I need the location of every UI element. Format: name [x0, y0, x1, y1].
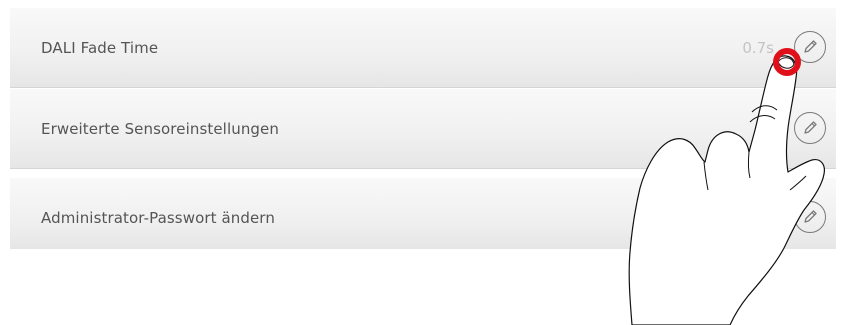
edit-button[interactable] [794, 201, 826, 233]
edit-button[interactable] [794, 112, 826, 144]
pencil-icon [804, 121, 817, 134]
settings-row-admin-password[interactable]: Administrator-Passwort ändern [10, 178, 836, 249]
row-label: Erweiterte Sensoreinstellungen [41, 120, 279, 138]
row-label: Administrator-Passwort ändern [41, 209, 275, 227]
settings-list: DALI Fade Time 0.7s Erweiterte Sensorein… [10, 8, 836, 249]
settings-row-sensor-settings[interactable]: Erweiterte Sensoreinstellungen [10, 89, 836, 169]
pencil-icon [804, 210, 817, 223]
pencil-icon [804, 40, 817, 53]
row-value: 0.7s [742, 39, 774, 57]
edit-button[interactable] [794, 31, 826, 63]
settings-row-dali-fade-time[interactable]: DALI Fade Time 0.7s [10, 8, 836, 88]
row-label: DALI Fade Time [41, 39, 159, 57]
